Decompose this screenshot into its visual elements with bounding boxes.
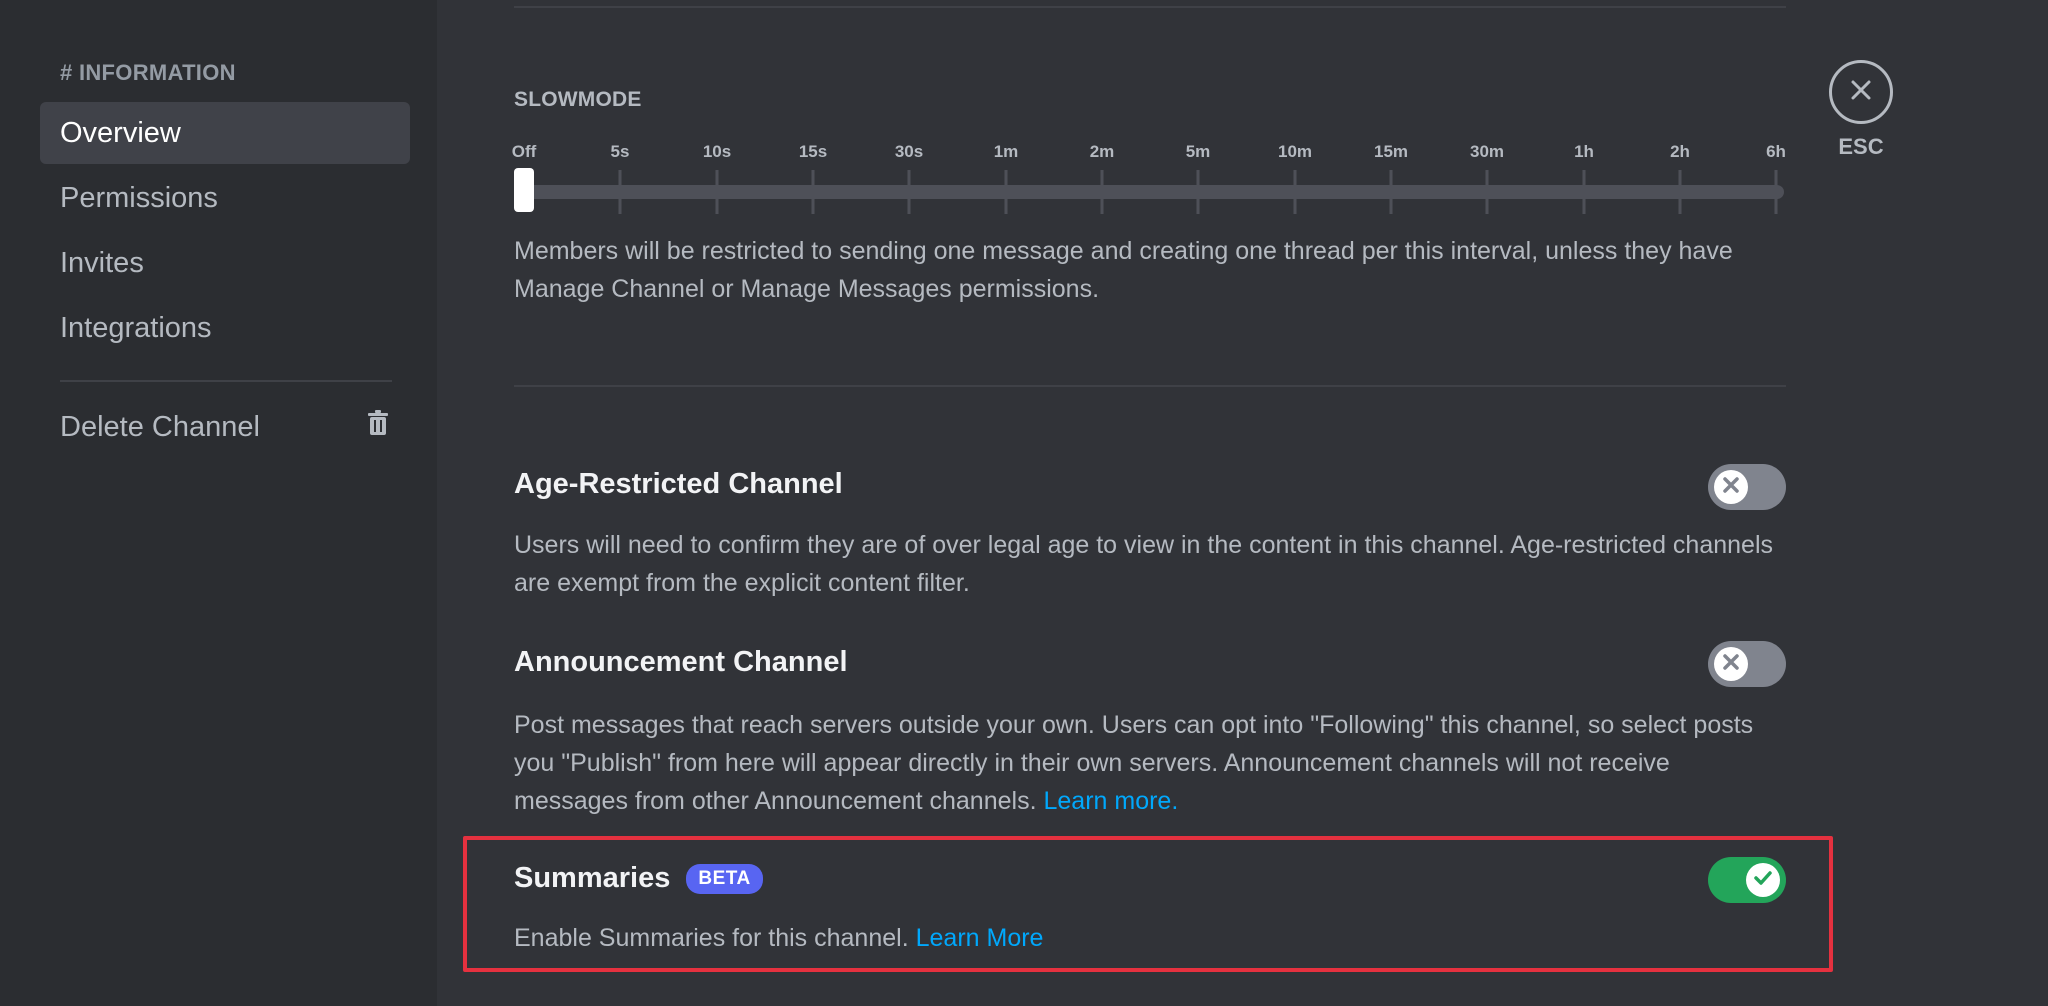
sidebar-item-label: Integrations xyxy=(60,311,212,344)
esc-label: ESC xyxy=(1838,134,1884,159)
sidebar-item-permissions[interactable]: Permissions xyxy=(40,167,410,229)
slider-tick xyxy=(1004,170,1008,214)
announcement-learn-more-link[interactable]: Learn more. xyxy=(1043,787,1178,815)
sidebar-item-integrations[interactable]: Integrations xyxy=(40,297,410,359)
sidebar-item-invites[interactable]: Invites xyxy=(40,232,410,294)
announcement-description: Post messages that reach servers outside… xyxy=(514,706,1784,820)
slider-tick xyxy=(1100,170,1104,214)
slider-tick xyxy=(1582,170,1586,214)
slowmode-description: Members will be restricted to sending on… xyxy=(514,237,1733,303)
slider-tick-label: Off xyxy=(511,142,537,161)
slider-tick-label: 1h xyxy=(1574,142,1594,161)
slider-tick-label: 5m xyxy=(1185,142,1211,161)
announcement-title: Announcement Channel xyxy=(514,646,848,678)
slider-thumb[interactable] xyxy=(514,168,534,212)
slowmode-label: SLOWMODE xyxy=(514,88,642,111)
age-restricted-title: Age-Restricted Channel xyxy=(514,468,843,500)
x-icon xyxy=(1722,653,1740,676)
delete-channel-button[interactable]: Delete Channel xyxy=(40,396,410,458)
announcement-toggle[interactable] xyxy=(1708,641,1786,687)
slider-tick-label: 10m xyxy=(1277,142,1313,161)
slider-tick-labels: Off 5s 10s 15s 30s 1m 2m 5m 10m 15m 30m … xyxy=(0,142,2048,168)
close-button[interactable] xyxy=(1829,60,1893,124)
section-divider xyxy=(514,385,1786,387)
slider-tick-label: 2h xyxy=(1670,142,1690,161)
slider-track[interactable] xyxy=(516,185,1784,199)
sidebar-item-label: Permissions xyxy=(60,181,218,214)
slider-tick-label: 5s xyxy=(610,142,630,161)
slider-tick xyxy=(1678,170,1682,214)
toggle-knob xyxy=(1714,647,1748,681)
close-button-group[interactable]: ESC xyxy=(1826,60,1896,160)
slider-tick xyxy=(715,170,719,214)
sidebar-divider xyxy=(60,380,392,382)
age-restricted-toggle[interactable] xyxy=(1708,464,1786,510)
close-icon xyxy=(1848,77,1874,108)
slider-tick-label: 2m xyxy=(1089,142,1115,161)
toggle-knob xyxy=(1714,470,1748,504)
highlight-box xyxy=(463,836,1833,972)
slider-tick xyxy=(1293,170,1297,214)
slider-tick xyxy=(907,170,911,214)
age-restricted-description: Users will need to confirm they are of o… xyxy=(514,531,1774,597)
delete-channel-label: Delete Channel xyxy=(60,410,260,443)
slider-tick-label: 30s xyxy=(894,142,924,161)
slider-tick-label: 1m xyxy=(993,142,1019,161)
sidebar-section-header: # INFORMATION xyxy=(60,60,236,85)
slider-tick-label: 6h xyxy=(1766,142,1786,161)
slider-tick xyxy=(1774,170,1778,214)
trash-icon xyxy=(366,410,390,444)
slider-tick xyxy=(618,170,622,214)
slider-tick-label: 10s xyxy=(702,142,732,161)
slider-tick-label: 15s xyxy=(798,142,828,161)
slider-tick-label: 15m xyxy=(1373,142,1409,161)
sidebar-item-label: Invites xyxy=(60,246,144,279)
top-divider xyxy=(514,6,1786,8)
slider-tick xyxy=(1485,170,1489,214)
x-icon xyxy=(1722,476,1740,499)
slider-tick xyxy=(811,170,815,214)
slider-tick-label: 30m xyxy=(1469,142,1505,161)
slider-tick xyxy=(1196,170,1200,214)
slider-tick xyxy=(1389,170,1393,214)
